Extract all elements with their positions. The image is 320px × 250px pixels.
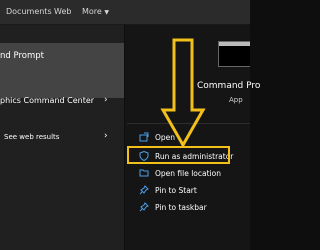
pin-icon (139, 185, 149, 195)
action-pin-to-start-label: Pin to Start (155, 186, 197, 195)
chevron-right-icon[interactable]: › (104, 95, 108, 105)
chevron-down-icon: ▼ (104, 9, 110, 16)
search-filter-bar: Documents Web More ▼ (0, 0, 250, 25)
app-type: App (229, 96, 243, 104)
tab-documents[interactable]: Documents (6, 7, 52, 17)
best-match-item[interactable]: nd Prompt (0, 43, 124, 98)
action-pin-to-taskbar-label: Pin to taskbar (155, 203, 207, 212)
pin-icon (139, 202, 149, 212)
app-name: Command Pro (197, 81, 261, 91)
window-titlebar-icon (219, 42, 250, 46)
tab-more[interactable]: More ▼ (82, 7, 109, 18)
down-arrow-annotation-icon (160, 38, 206, 148)
best-match-label: nd Prompt (0, 51, 44, 61)
result-item-graphics-command-center[interactable]: phics Command Center (0, 96, 94, 105)
chevron-right-icon[interactable]: › (104, 131, 108, 141)
see-web-results-link[interactable]: See web results (4, 133, 59, 141)
tab-more-label: More (82, 7, 102, 16)
results-pane: nd Prompt phics Command Center › See web… (0, 25, 124, 250)
folder-icon (139, 168, 149, 178)
action-open-file-location-label: Open file location (155, 169, 221, 178)
tab-web[interactable]: Web (54, 7, 71, 17)
command-prompt-app-icon (218, 41, 250, 67)
highlight-annotation-box (127, 146, 230, 164)
open-icon (139, 132, 149, 142)
